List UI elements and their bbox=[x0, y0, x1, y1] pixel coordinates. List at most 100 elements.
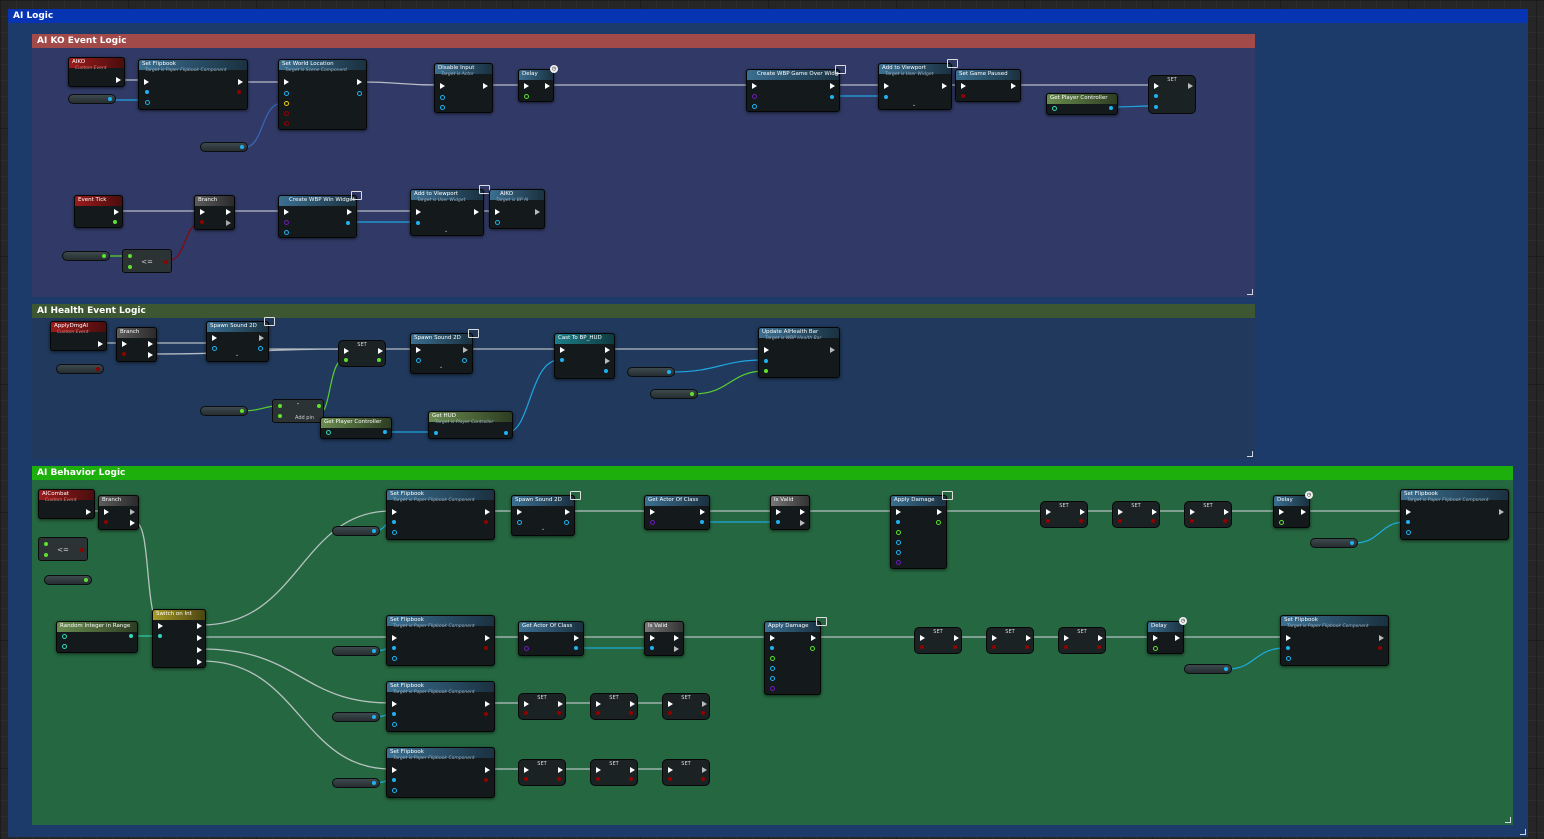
exec-in-pin[interactable] bbox=[416, 347, 421, 353]
exec-in-pin[interactable] bbox=[1154, 83, 1159, 89]
bool-pin[interactable] bbox=[1097, 645, 1101, 649]
exec-in-pin[interactable] bbox=[212, 335, 217, 341]
bool-pin[interactable] bbox=[557, 777, 561, 781]
float-pin[interactable] bbox=[128, 254, 132, 258]
float-pin[interactable] bbox=[44, 553, 48, 557]
object-pin[interactable] bbox=[145, 90, 149, 94]
set-node[interactable]: SET bbox=[662, 759, 710, 786]
object-pin[interactable] bbox=[495, 220, 500, 225]
return-pin[interactable] bbox=[830, 95, 834, 99]
object-pin[interactable] bbox=[392, 712, 396, 716]
exec-in-pin[interactable] bbox=[344, 348, 349, 354]
expand-chevron-icon[interactable]: ⌄ bbox=[235, 352, 239, 358]
add-pin-button[interactable]: Add pin bbox=[295, 415, 314, 421]
object-pin[interactable] bbox=[770, 646, 774, 650]
variable-getter[interactable] bbox=[200, 142, 248, 152]
return-pin[interactable] bbox=[810, 646, 815, 651]
exec-in-pin[interactable] bbox=[992, 635, 997, 641]
float-pin[interactable] bbox=[690, 392, 694, 396]
update-health-bar-node[interactable]: Update AIHealth Bar Target is WBP Health… bbox=[758, 327, 840, 378]
bool-pin[interactable] bbox=[524, 711, 528, 715]
class-pin[interactable] bbox=[770, 686, 775, 691]
create-game-over-widget-node[interactable]: Create WBP Game Over Widget bbox=[746, 69, 840, 112]
exec-in-pin[interactable] bbox=[1279, 509, 1284, 515]
bool-pin[interactable] bbox=[284, 111, 289, 116]
object-pin[interactable] bbox=[770, 676, 775, 681]
exec-out-pin[interactable] bbox=[558, 767, 563, 773]
set-node[interactable]: SET bbox=[1112, 501, 1160, 528]
object-pin[interactable] bbox=[392, 788, 397, 793]
object-pin[interactable] bbox=[1350, 541, 1354, 545]
switch-on-int-node[interactable]: Switch on Int bbox=[152, 609, 206, 668]
exec-in-pin[interactable] bbox=[596, 701, 601, 707]
bool-pin[interactable] bbox=[629, 711, 633, 715]
object-pin[interactable] bbox=[770, 666, 775, 671]
set-node[interactable]: SET bbox=[590, 759, 638, 786]
exec-in-pin[interactable] bbox=[650, 509, 655, 515]
return-pin[interactable] bbox=[574, 646, 578, 650]
exec-out-pin[interactable] bbox=[347, 209, 352, 215]
exec-out-pin[interactable] bbox=[535, 209, 540, 215]
object-pin[interactable] bbox=[392, 646, 396, 650]
object-pin[interactable] bbox=[284, 91, 289, 96]
false-pin[interactable] bbox=[130, 520, 135, 526]
exec-out-pin[interactable] bbox=[811, 635, 816, 641]
bool-pin[interactable] bbox=[484, 778, 488, 782]
branch-node[interactable]: Branch bbox=[116, 327, 157, 362]
variable-getter[interactable] bbox=[627, 367, 675, 377]
case-1-pin[interactable] bbox=[197, 635, 202, 641]
bool-pin[interactable] bbox=[1190, 519, 1194, 523]
object-pin[interactable] bbox=[372, 529, 376, 533]
object-pin[interactable] bbox=[284, 230, 289, 235]
class-pin[interactable] bbox=[896, 560, 901, 565]
branch-node[interactable]: Branch bbox=[194, 195, 235, 230]
delay-node[interactable]: Delay bbox=[518, 69, 554, 102]
expand-chevron-icon[interactable]: ⌄ bbox=[912, 102, 916, 108]
vector-pin[interactable] bbox=[284, 101, 289, 106]
return-pin[interactable] bbox=[504, 431, 508, 435]
exec-in-pin[interactable] bbox=[517, 509, 522, 515]
bool-pin[interactable] bbox=[701, 777, 705, 781]
set-node[interactable]: SET bbox=[662, 693, 710, 720]
object-pin[interactable] bbox=[392, 520, 396, 524]
set-node[interactable]: SET bbox=[338, 340, 386, 367]
exec-in-pin[interactable] bbox=[1118, 509, 1123, 515]
exec-out-pin[interactable] bbox=[1301, 509, 1306, 515]
exec-in-pin[interactable] bbox=[650, 635, 655, 641]
event-tick-node[interactable]: Event Tick bbox=[74, 195, 123, 228]
get-player-controller-node[interactable]: Get Player Controller bbox=[1046, 93, 1118, 115]
set-node[interactable]: SET bbox=[1040, 501, 1088, 528]
exec-in-pin[interactable] bbox=[524, 635, 529, 641]
exec-out-pin[interactable] bbox=[702, 701, 707, 707]
exec-out-pin[interactable] bbox=[830, 347, 835, 353]
bool-pin[interactable] bbox=[1151, 519, 1155, 523]
exec-out-pin[interactable] bbox=[1175, 635, 1180, 641]
float-pin[interactable] bbox=[102, 254, 106, 258]
exec-in-pin[interactable] bbox=[560, 347, 565, 353]
exec-in-pin[interactable] bbox=[596, 767, 601, 773]
exec-out-pin[interactable] bbox=[702, 767, 707, 773]
int-pin[interactable] bbox=[62, 634, 67, 639]
object-pin[interactable] bbox=[462, 358, 467, 363]
aiko-call-node[interactable]: AIKO Target is BP AI bbox=[489, 189, 545, 229]
class-pin[interactable] bbox=[650, 520, 655, 525]
exec-in-pin[interactable] bbox=[1406, 509, 1411, 515]
exec-out-pin[interactable] bbox=[574, 635, 579, 641]
exec-out-pin[interactable] bbox=[937, 509, 942, 515]
less-equal-node[interactable]: <= bbox=[38, 537, 88, 561]
spawn-sound-2d-node-2[interactable]: Spawn Sound 2D ⌄ bbox=[410, 333, 473, 374]
float-pin[interactable] bbox=[84, 578, 88, 582]
bool-pin[interactable] bbox=[1064, 645, 1068, 649]
case-3-pin[interactable] bbox=[197, 659, 202, 665]
exec-out-pin[interactable] bbox=[357, 79, 362, 85]
is-not-valid-pin[interactable] bbox=[674, 646, 679, 652]
apply-damage-node[interactable]: Apply Damage bbox=[890, 495, 947, 569]
object-pin[interactable] bbox=[667, 370, 671, 374]
int-pin[interactable] bbox=[62, 644, 67, 649]
is-valid-pin[interactable] bbox=[800, 509, 805, 515]
float-pin[interactable] bbox=[1279, 520, 1284, 525]
exec-out-pin[interactable] bbox=[830, 83, 835, 89]
exec-out-pin[interactable] bbox=[1026, 635, 1031, 641]
delay-node[interactable]: Delay bbox=[1273, 495, 1310, 528]
cast-to-bp-hud-node[interactable]: Cast To BP_HUD bbox=[554, 333, 615, 379]
